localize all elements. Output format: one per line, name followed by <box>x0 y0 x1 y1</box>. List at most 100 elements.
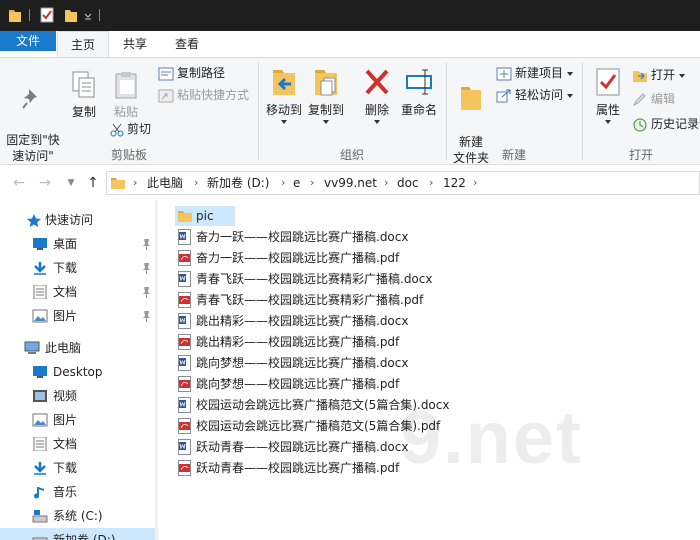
word-document-icon <box>178 355 191 371</box>
nav-this-pc[interactable]: 此电脑 <box>0 336 158 360</box>
move-to-label: 移动到 <box>265 103 302 117</box>
open-group-label: 打开 <box>628 148 653 162</box>
customize-caret-icon[interactable] <box>84 7 92 23</box>
paste-button[interactable]: 粘贴 <box>108 70 144 120</box>
nav-quick-access[interactable]: 快速访问 <box>0 208 158 232</box>
move-to-button[interactable]: 移动到 <box>264 66 304 124</box>
edit-label: 编辑 <box>651 92 676 106</box>
up-arrow-icon[interactable]: ↑ <box>84 173 102 193</box>
open-button[interactable]: 打开 <box>632 65 686 85</box>
history-button[interactable]: 历史记录 <box>632 114 699 134</box>
address-row: ← → ▼ ↑ › 此电脑 › 新加卷 (D:) › e › vv99.net … <box>0 166 700 200</box>
easy-access-caret-icon <box>567 93 574 98</box>
cut-label: 剪切 <box>127 122 152 136</box>
rename-button[interactable]: 重命名 <box>398 66 440 118</box>
forward-arrow-icon[interactable]: → <box>36 173 54 193</box>
new-folder-icon[interactable] <box>64 7 78 23</box>
address-bar[interactable]: › 此电脑 › 新加卷 (D:) › e › vv99.net › doc › … <box>106 171 700 195</box>
nav-item-drive-d[interactable]: 新加卷 (D:) <box>0 528 158 540</box>
breadcrumb-this-pc[interactable]: 此电脑 <box>147 172 183 194</box>
paste-label: 粘贴 <box>113 105 138 119</box>
clipboard-group-label: 剪贴板 <box>110 148 147 162</box>
properties-icon[interactable] <box>40 7 54 23</box>
delete-label: 删除 <box>364 103 389 117</box>
properties-button[interactable]: 属性 <box>588 66 628 124</box>
file-list: pic 奋力一跃——校园跳远比赛广播稿.docx 奋力一跃——校园跳远比赛广播稿… <box>158 200 700 540</box>
file-name: 奋力一跃——校园跳远比赛广播稿.pdf <box>196 251 400 265</box>
list-item[interactable]: pic <box>175 206 235 226</box>
file-name: 跃动青春——校园跳远比赛广播稿.docx <box>196 440 409 454</box>
nav-item-desktop-en[interactable]: Desktop <box>0 360 158 384</box>
breadcrumb-drive-d[interactable]: 新加卷 (D:) <box>207 172 269 194</box>
move-to-icon <box>273 70 295 95</box>
download-arrow-icon <box>34 462 46 475</box>
breadcrumb-separator-icon: › <box>194 176 199 189</box>
back-arrow-icon[interactable]: ← <box>10 173 28 193</box>
pin-icon[interactable] <box>142 310 151 322</box>
star-icon <box>27 214 41 227</box>
word-document-icon <box>178 271 191 287</box>
nav-item-downloads[interactable]: 下载 <box>0 256 158 280</box>
nav-item-label: Desktop <box>53 365 103 379</box>
delete-caret-icon <box>374 120 380 124</box>
pin-icon[interactable] <box>142 238 151 250</box>
nav-item-pictures-pc[interactable]: 图片 <box>0 408 158 432</box>
new-folder-icon <box>461 87 481 110</box>
nav-item-videos[interactable]: 视频 <box>0 384 158 408</box>
pin-icon[interactable] <box>142 262 151 274</box>
history-label: 历史记录 <box>651 117 700 131</box>
copy-button[interactable]: 复制 <box>66 70 102 120</box>
copy-to-button[interactable]: 复制到 <box>306 66 346 124</box>
paste-shortcut-button[interactable]: 粘贴快捷方式 <box>158 85 249 105</box>
copy-path-label: 复制路径 <box>177 66 226 80</box>
breadcrumb-122[interactable]: 122 <box>443 172 466 194</box>
desktop-icon <box>33 366 47 378</box>
nav-item-downloads-pc[interactable]: 下载 <box>0 456 158 480</box>
edit-button[interactable]: 编辑 <box>632 89 675 109</box>
cut-button[interactable]: 剪切 <box>110 119 151 139</box>
pdf-document-icon <box>178 376 191 392</box>
pdf-document-icon <box>178 418 191 434</box>
breadcrumb-vv99[interactable]: vv99.net <box>324 172 377 194</box>
nav-item-music[interactable]: 音乐 <box>0 480 158 504</box>
breadcrumb-doc[interactable]: doc <box>397 172 419 194</box>
organize-group-label: 组织 <box>339 148 364 162</box>
delete-icon <box>365 69 389 95</box>
desktop-icon <box>33 238 47 250</box>
nav-item-label: 下载 <box>53 461 78 475</box>
nav-item-documents-pc[interactable]: 文档 <box>0 432 158 456</box>
nav-item-desktop[interactable]: 桌面 <box>0 232 158 256</box>
file-name: 奋力一跃——校园跳远比赛广播稿.docx <box>196 230 409 244</box>
recent-locations-chevron-icon[interactable]: ▼ <box>62 173 80 193</box>
pin-icon[interactable] <box>142 286 151 298</box>
tab-view[interactable]: 查看 <box>164 31 210 57</box>
nav-item-documents[interactable]: 文档 <box>0 280 158 304</box>
nav-item-label: 新加卷 (D:) <box>53 533 116 540</box>
delete-button[interactable]: 删除 <box>359 66 395 124</box>
video-icon <box>33 390 47 402</box>
rename-icon <box>406 69 432 95</box>
nav-quick-access-label: 快速访问 <box>45 213 94 227</box>
nav-item-label: 系统 (C:) <box>53 509 103 523</box>
file-name: 青春飞跃——校园跳远比赛精彩广播稿.pdf <box>196 293 424 307</box>
edit-icon <box>632 92 646 106</box>
copy-path-button[interactable]: 复制路径 <box>158 63 225 83</box>
breadcrumb-e[interactable]: e <box>293 172 300 194</box>
tab-share[interactable]: 共享 <box>112 31 158 57</box>
folder-icon[interactable] <box>8 7 22 23</box>
nav-item-label: 桌面 <box>53 237 78 251</box>
tab-home[interactable]: 主页 <box>57 31 109 58</box>
file-name: pic <box>196 209 214 223</box>
easy-access-button[interactable]: 轻松访问 <box>496 85 574 105</box>
nav-item-pictures[interactable]: 图片 <box>0 304 158 328</box>
new-item-button[interactable]: 新建项目 <box>496 63 574 83</box>
nav-item-label: 音乐 <box>53 485 78 499</box>
nav-item-label: 视频 <box>53 389 78 403</box>
tab-file[interactable]: 文件 <box>0 31 56 51</box>
quick-access-separator <box>99 9 100 21</box>
nav-item-label: 图片 <box>53 413 78 427</box>
nav-item-drive-c[interactable]: 系统 (C:) <box>0 504 158 528</box>
pdf-document-icon <box>178 292 191 308</box>
nav-item-label: 文档 <box>53 285 78 299</box>
file-name: 青春飞跃——校园跳远比赛精彩广播稿.docx <box>196 272 433 286</box>
